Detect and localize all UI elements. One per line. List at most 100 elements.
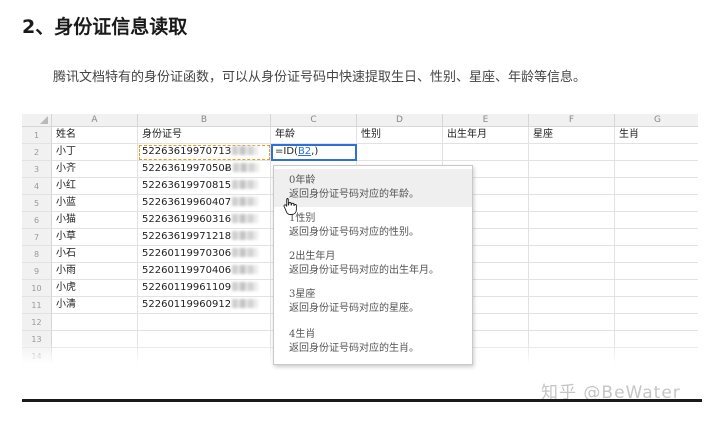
header-cell[interactable]: 性别 [357,127,443,144]
name-cell[interactable]: 小石 [52,246,138,263]
row-header[interactable]: 6 [22,212,52,229]
id-number-cell[interactable]: 52263619971218 [138,229,271,246]
column-header-d[interactable]: D [357,114,443,127]
column-header-e[interactable]: E [443,114,529,127]
redacted-digits [232,180,259,189]
suggestion-name: 3星座 [289,289,316,300]
id-number-cell[interactable]: 52263619970815 [138,178,271,195]
name-cell[interactable]: 小蓝 [52,195,138,212]
cell-d2[interactable] [357,144,443,161]
id-number-cell[interactable]: 52260119961109 [138,280,271,297]
header-cell[interactable]: 星座 [529,127,615,144]
row-header[interactable]: 4 [22,178,52,195]
cell-g4[interactable] [615,178,698,195]
redacted-digits [232,265,259,274]
header-cell[interactable]: 出生年月 [443,127,529,144]
row-header[interactable]: 7 [22,229,52,246]
cell-f12[interactable] [529,314,615,331]
row-header[interactable]: 2 [22,144,52,161]
id-number-cell[interactable]: 52263619960316 [138,212,271,229]
name-cell[interactable]: 小红 [52,178,138,195]
id-number-cell[interactable]: 52263619960407 [138,195,271,212]
formula-reference: B2 [297,146,312,157]
id-number-text: 52263619970815 [142,180,232,191]
column-header-b[interactable]: B [138,114,271,127]
cell-g11[interactable] [615,297,698,314]
header-cell[interactable]: 生肖 [615,127,698,144]
cell-e2[interactable] [443,144,529,161]
id-number-text: 5226361997071З [142,146,232,157]
row-header[interactable]: 10 [22,280,52,297]
column-header-g[interactable]: G [615,114,698,127]
cell-g5[interactable] [615,195,698,212]
select-all-corner[interactable] [22,114,52,127]
name-cell[interactable]: 小草 [52,229,138,246]
suggestion-name: 1性别 [289,213,316,224]
suggestion-item[interactable]: 0年龄 返回身份证号码对应的年龄。 [274,169,472,207]
redacted-digits [232,163,259,172]
cell-f9[interactable] [529,263,615,280]
cell-g7[interactable] [615,229,698,246]
function-suggestion-popup[interactable]: 0年龄 返回身份证号码对应的年龄。 1性别 返回身份证号码对应的性别。 2出生年月 返回身… [273,165,473,365]
name-cell[interactable]: 小雨 [52,263,138,280]
formula-cell[interactable]: =ID(B2,) [271,144,357,161]
cell-f2[interactable] [529,144,615,161]
cell-f7[interactable] [529,229,615,246]
column-header-f[interactable]: F [529,114,615,127]
row-header[interactable]: 5 [22,195,52,212]
cell-g12[interactable] [615,314,698,331]
cell-a12[interactable] [52,314,138,331]
id-number-text: 52263619971218 [142,231,232,242]
column-header-a[interactable]: A [52,114,138,127]
header-cell[interactable]: 身份证号 [138,127,271,144]
row-header[interactable]: 9 [22,263,52,280]
cell-g8[interactable] [615,246,698,263]
id-number-cell[interactable]: 52260119970306 [138,246,271,263]
cell-f8[interactable] [529,246,615,263]
suggestion-description: 返回身份证号码对应的星座。 [289,303,419,314]
id-number-cell[interactable]: 5226361997071З [138,144,271,161]
cell-f4[interactable] [529,178,615,195]
row-header[interactable]: 1 [22,127,52,144]
cell-f11[interactable] [529,297,615,314]
row-header[interactable]: 11 [22,297,52,314]
header-cell[interactable]: 年龄 [271,127,357,144]
name-cell[interactable]: 小猫 [52,212,138,229]
cell-g6[interactable] [615,212,698,229]
cell-g3[interactable] [615,161,698,178]
cell-f5[interactable] [529,195,615,212]
id-number-text: 52260119970406 [142,265,232,276]
suggestion-item[interactable]: 3星座返回身份证号码对应的星座。 [274,283,472,321]
row-header[interactable]: 8 [22,246,52,263]
suggestion-description: 返回身份证号码对应的出生年月。 [289,265,439,276]
redacted-digits [232,231,259,240]
id-number-cell[interactable]: 52260119970406 [138,263,271,280]
name-cell[interactable]: 小虎 [52,280,138,297]
column-header-c[interactable]: C [271,114,357,127]
suggestion-item[interactable]: 2出生年月返回身份证号码对应的出生年月。 [274,245,472,283]
name-cell[interactable]: 小齐 [52,161,138,178]
cell-f10[interactable] [529,280,615,297]
cell-b12[interactable] [138,314,271,331]
id-number-cell[interactable]: 52260119960912 [138,297,271,314]
cell-f3[interactable] [529,161,615,178]
suggestion-name: 2出生年月 [289,251,336,262]
suggestion-item[interactable]: 1性别 返回身份证号码对应的性别。 [274,207,472,245]
header-cell[interactable]: 姓名 [52,127,138,144]
name-cell[interactable]: 小丁 [52,144,138,161]
id-number-text: 52263619960316 [142,214,232,225]
id-number-text: 5226361997050Ƀ [142,163,232,174]
cell-g2[interactable] [615,144,698,161]
cell-f6[interactable] [529,212,615,229]
id-number-cell[interactable]: 5226361997050Ƀ [138,161,271,178]
row-header[interactable]: 12 [22,314,52,331]
name-cell[interactable]: 小清 [52,297,138,314]
cell-g10[interactable] [615,280,698,297]
id-number-text: 52263619960407 [142,197,232,208]
row-header[interactable]: 3 [22,161,52,178]
select-all-triangle-icon [40,116,48,124]
formula-suffix: ,) [311,146,319,157]
suggestion-item[interactable]: 4生肖 返回身份证号码对应的生肖。 [274,323,472,361]
id-number-text: 52260119961109 [142,282,232,293]
cell-g9[interactable] [615,263,698,280]
